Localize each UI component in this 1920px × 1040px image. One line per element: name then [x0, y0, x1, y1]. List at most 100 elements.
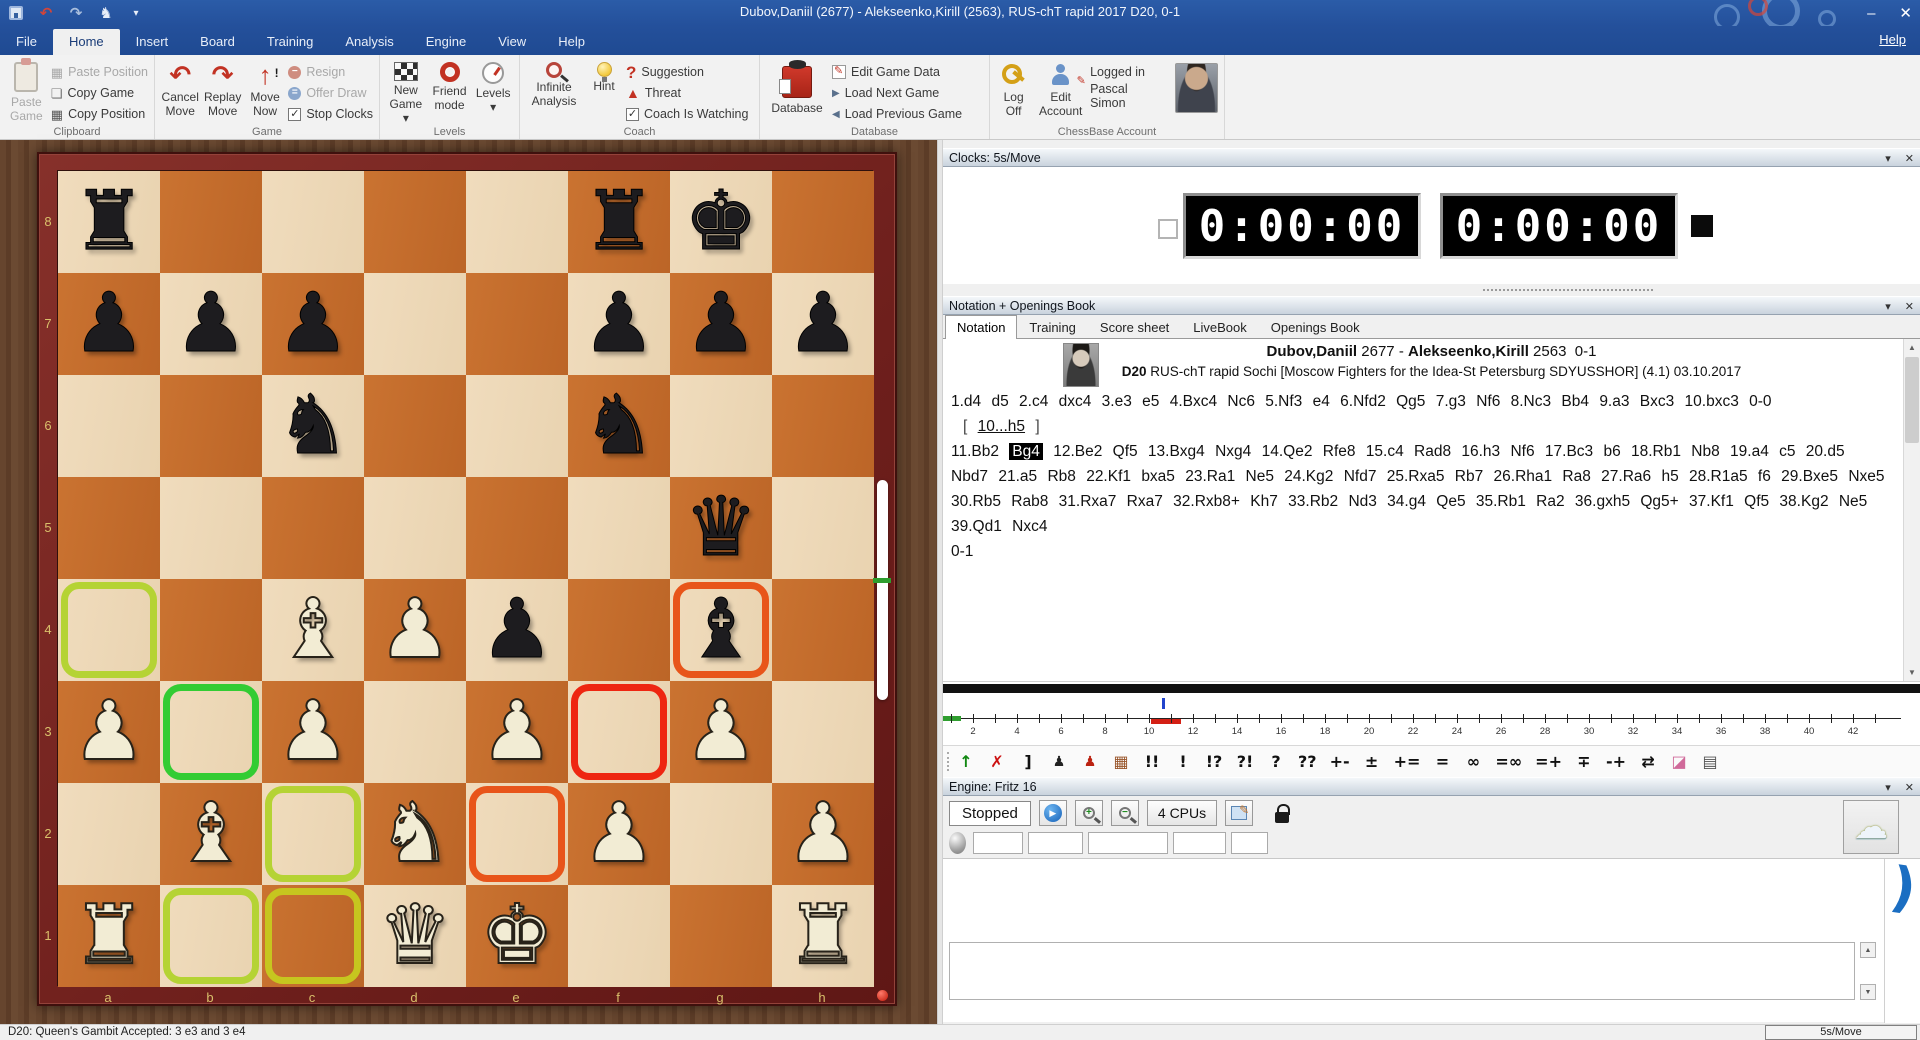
moves-paragraph[interactable]: 11.Bb2 Bg4 12.Be2 Qf5 13.Bxg4 Nxg4 14.Qe…	[951, 439, 1890, 539]
engine-start-button[interactable]: ▶	[1039, 800, 1067, 826]
square-b6[interactable]	[160, 375, 262, 477]
minimize-button[interactable]: –	[1867, 5, 1875, 22]
menu-tab-training[interactable]: Training	[251, 29, 329, 55]
square-e5[interactable]	[466, 477, 568, 579]
paste-game-button[interactable]: Paste Game	[6, 59, 47, 125]
black-better-symbol[interactable]: ∓	[1575, 752, 1593, 772]
panel-collapse-icon[interactable]: ▾	[1885, 152, 1891, 165]
cpus-button[interactable]: 4 CPUs	[1147, 800, 1217, 826]
white-better-symbol[interactable]: ±	[1363, 752, 1381, 772]
square-c1[interactable]	[262, 885, 364, 987]
friend-mode-button[interactable]: Friend mode	[430, 59, 470, 125]
square-c3[interactable]: ♟	[262, 681, 364, 783]
move-now-button[interactable]: ↑ Move Now	[246, 59, 284, 125]
dubious-move-symbol[interactable]: ?!	[1236, 752, 1254, 772]
square-b7[interactable]: ♟	[160, 273, 262, 375]
equal-symbol[interactable]: =	[1433, 752, 1451, 772]
unclear-symbol[interactable]: ∞	[1464, 752, 1482, 772]
good-move-symbol[interactable]: !	[1174, 752, 1192, 772]
menu-tab-analysis[interactable]: Analysis	[329, 29, 409, 55]
square-b2[interactable]: ♝	[160, 783, 262, 885]
threat-button[interactable]: ▲ Threat	[626, 85, 748, 101]
menu-tab-insert[interactable]: Insert	[120, 29, 185, 55]
square-h6[interactable]	[772, 375, 874, 477]
hint-button[interactable]: Hint	[586, 59, 622, 125]
square-c4[interactable]: ♝	[262, 579, 364, 681]
edit-account-button[interactable]: ✎ Edit Account	[1035, 59, 1086, 125]
square-f8[interactable]: ♜	[568, 171, 670, 273]
square-f3[interactable]	[568, 681, 670, 783]
scroll-up-icon[interactable]: ▲	[1904, 339, 1920, 356]
square-h3[interactable]	[772, 681, 874, 783]
square-g6[interactable]	[670, 375, 772, 477]
square-d1[interactable]: ♛	[364, 885, 466, 987]
square-a2[interactable]	[58, 783, 160, 885]
white-slightly-better-symbol[interactable]: +=	[1394, 752, 1421, 772]
tab-notation[interactable]: Notation	[945, 315, 1017, 339]
square-b4[interactable]	[160, 579, 262, 681]
square-b8[interactable]	[160, 171, 262, 273]
square-a7[interactable]: ♟	[58, 273, 160, 375]
tab-livebook[interactable]: LiveBook	[1181, 315, 1258, 338]
square-e7[interactable]	[466, 273, 568, 375]
load-next-game-button[interactable]: ▶ Load Next Game	[832, 85, 962, 101]
very-good-move-symbol[interactable]: !!	[1143, 752, 1161, 772]
square-h4[interactable]	[772, 579, 874, 681]
interesting-move-symbol[interactable]: !?	[1205, 752, 1223, 772]
square-f2[interactable]: ♟	[568, 783, 670, 885]
selected-move[interactable]: Bg4	[1009, 443, 1043, 460]
levels-button[interactable]: Levels ▾	[473, 59, 513, 125]
square-c2[interactable]	[262, 783, 364, 885]
critical-position-pawn-icon[interactable]: ♟	[1081, 752, 1099, 772]
engine-cloud-button[interactable]: ☁	[1843, 800, 1899, 854]
square-g5[interactable]: ♛	[670, 477, 772, 579]
square-g2[interactable]	[670, 783, 772, 885]
menu-tab-home[interactable]: Home	[53, 29, 120, 55]
panel-close-icon[interactable]: ✕	[1905, 152, 1914, 165]
square-c7[interactable]: ♟	[262, 273, 364, 375]
square-d2[interactable]: ♞	[364, 783, 466, 885]
engine-scroll-down-icon[interactable]: ▼	[1860, 984, 1876, 1000]
black-winning-symbol[interactable]: -+	[1606, 752, 1626, 772]
square-e2[interactable]	[466, 783, 568, 885]
arrow-up-icon[interactable]: ↑	[957, 752, 975, 772]
database-button[interactable]: Database	[766, 59, 828, 125]
black-slightly-better-symbol[interactable]: =+	[1535, 752, 1562, 772]
copy-position-button[interactable]: ▦ Copy Position	[51, 106, 148, 122]
square-c6[interactable]: ♞	[262, 375, 364, 477]
log-off-button[interactable]: Log Off	[996, 59, 1031, 125]
panel-close-icon[interactable]: ✕	[1905, 781, 1914, 794]
edit-game-data-button[interactable]: Edit Game Data	[832, 64, 962, 80]
square-c8[interactable]	[262, 171, 364, 273]
square-e3[interactable]: ♟	[466, 681, 568, 783]
close-button[interactable]: ✕	[1899, 4, 1912, 22]
panel-close-icon[interactable]: ✕	[1905, 300, 1914, 313]
panel-collapse-icon[interactable]: ▾	[1885, 781, 1891, 794]
zoom-out-button[interactable]: −	[1111, 800, 1139, 826]
promote-variation-pawn-icon[interactable]: ♟	[1050, 752, 1068, 772]
paste-position-button[interactable]: ▦ Paste Position	[51, 64, 148, 80]
engine-stopped-button[interactable]: Stopped	[949, 801, 1031, 826]
square-e8[interactable]	[466, 171, 568, 273]
square-e6[interactable]	[466, 375, 568, 477]
square-g8[interactable]: ♚	[670, 171, 772, 273]
tab-openings-book[interactable]: Openings Book	[1259, 315, 1372, 338]
delete-icon[interactable]: ✗	[988, 752, 1006, 772]
zoom-in-button[interactable]: +	[1075, 800, 1103, 826]
square-d4[interactable]: ♟	[364, 579, 466, 681]
notation-scrollbar[interactable]: ▲ ▼	[1903, 339, 1920, 681]
square-c5[interactable]	[262, 477, 364, 579]
scroll-down-icon[interactable]: ▼	[1904, 664, 1920, 681]
load-previous-game-button[interactable]: ◀ Load Previous Game	[832, 106, 962, 122]
square-e1[interactable]: ♚	[466, 885, 568, 987]
square-h1[interactable]: ♜	[772, 885, 874, 987]
square-a3[interactable]: ♟	[58, 681, 160, 783]
tab-training[interactable]: Training	[1017, 315, 1087, 338]
help-link[interactable]: Help	[1879, 32, 1906, 47]
board-diagram-icon[interactable]: ▦	[1112, 752, 1130, 772]
square-f7[interactable]: ♟	[568, 273, 670, 375]
square-a6[interactable]	[58, 375, 160, 477]
compensation-symbol[interactable]: =∞	[1495, 752, 1522, 772]
lock-icon[interactable]	[1275, 812, 1289, 823]
menu-tab-help[interactable]: Help	[542, 29, 601, 55]
